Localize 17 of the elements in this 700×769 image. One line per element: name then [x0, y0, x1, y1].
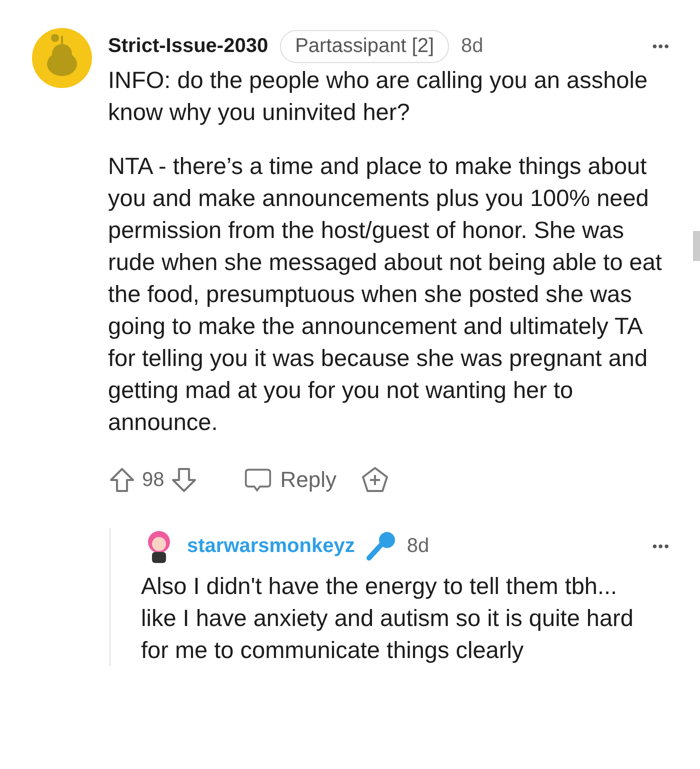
vote-score: 98 — [142, 468, 164, 492]
upvote-icon[interactable] — [108, 466, 136, 494]
username[interactable]: Strict-Issue-2030 — [108, 34, 268, 58]
microphone-icon — [364, 530, 397, 562]
scrollbar[interactable] — [693, 231, 700, 261]
comment-age: 8d — [406, 534, 430, 558]
comment-age: 8d — [461, 34, 484, 58]
user-flair: Partassipant [2] — [280, 30, 450, 62]
more-options-button[interactable]: ••• — [652, 38, 670, 54]
comment-text: INFO: do the people who are calling you an asshole know why you uninvited her? — [108, 66, 649, 127]
award-icon[interactable] — [360, 466, 388, 494]
reply-button[interactable]: Reply — [244, 466, 336, 494]
downvote-icon[interactable] — [170, 466, 198, 494]
comment-text: NTA - there’s a time and place to make things about you and make announcements plus you 100% need permission from the host/guest of honor. She was rude when she messaged about not being able to eat the food, presumptuous when she posted she was going to make the announcement and ultimately TA for telling you it was because she was pregnant and getting mad at you for you not wanting her to announce. — [108, 152, 663, 437]
comment-text: Also I didn't have the energy to tell them tbh... like I have anxiety and autism so it is quite hard for me to communicate things clearly — [141, 572, 634, 665]
speech-bubble-icon — [244, 466, 272, 494]
more-options-button[interactable]: ••• — [652, 538, 670, 554]
